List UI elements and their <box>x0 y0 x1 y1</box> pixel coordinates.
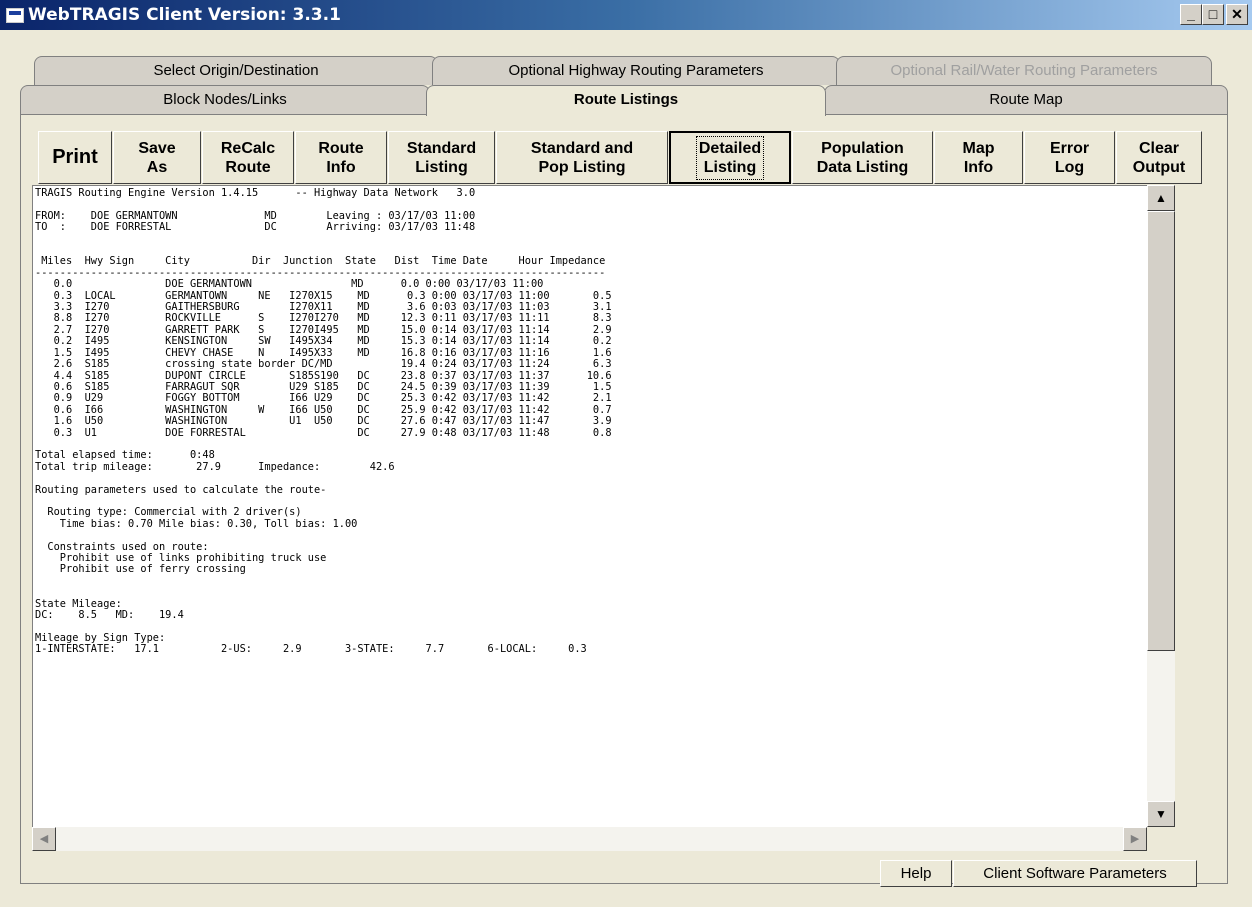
error-log-button[interactable]: Error Log <box>1024 131 1115 184</box>
clear-output-button-label: Clear Output <box>1132 139 1186 176</box>
title-bar: WebTRAGIS Client Version: 3.3.1 _ □ ✕ <box>0 0 1252 30</box>
tab-route-map[interactable]: Route Map <box>824 85 1228 114</box>
standard-pop-listing-button-label: Standard and Pop Listing <box>530 139 634 176</box>
window-title: WebTRAGIS Client Version: 3.3.1 <box>28 5 341 25</box>
standard-listing-button[interactable]: Standard Listing <box>388 131 495 184</box>
route-listing-text: TRAGIS Routing Engine Version 1.4.15 -- … <box>35 187 612 656</box>
close-button[interactable]: ✕ <box>1226 4 1248 25</box>
tab-block-nodes-links[interactable]: Block Nodes/Links <box>20 85 430 114</box>
route-info-button-label: Route Info <box>318 139 364 176</box>
recalc-route-button-label: ReCalc Route <box>220 139 276 176</box>
detailed-listing-button[interactable]: Detailed Listing <box>669 131 791 184</box>
standard-pop-listing-button[interactable]: Standard and Pop Listing <box>496 131 668 184</box>
recalc-route-button[interactable]: ReCalc Route <box>202 131 294 184</box>
tab-optional-rail-water-routing: Optional Rail/Water Routing Parameters <box>836 56 1212 85</box>
scroll-right-arrow-icon[interactable]: ▶ <box>1123 827 1147 851</box>
scroll-left-arrow-icon[interactable]: ◀ <box>32 827 56 851</box>
help-button[interactable]: Help <box>880 860 952 887</box>
scroll-down-arrow-icon[interactable]: ▼ <box>1147 801 1175 827</box>
print-button-label: Print <box>52 146 98 168</box>
minimize-button[interactable]: _ <box>1180 4 1202 25</box>
clear-output-button[interactable]: Clear Output <box>1116 131 1202 184</box>
standard-listing-button-label: Standard Listing <box>406 139 477 176</box>
horizontal-scrollbar[interactable]: ◀ ▶ <box>32 827 1147 851</box>
population-data-listing-button-label: Population Data Listing <box>816 139 909 176</box>
route-info-button[interactable]: Route Info <box>295 131 387 184</box>
scroll-up-arrow-icon[interactable]: ▲ <box>1147 185 1175 211</box>
print-button[interactable]: Print <box>38 131 112 184</box>
save-as-button-label: Save As <box>138 139 176 176</box>
route-listing-output[interactable]: TRAGIS Routing Engine Version 1.4.15 -- … <box>32 185 1148 828</box>
maximize-button[interactable]: □ <box>1202 4 1224 25</box>
client-software-parameters-button[interactable]: Client Software Parameters <box>953 860 1197 887</box>
app-icon <box>6 8 24 23</box>
tab-select-origin-destination[interactable]: Select Origin/Destination <box>34 56 438 85</box>
scroll-corner <box>1147 827 1175 851</box>
error-log-button-label: Error Log <box>1049 139 1090 176</box>
map-info-button[interactable]: Map Info <box>934 131 1023 184</box>
population-data-listing-button[interactable]: Population Data Listing <box>792 131 933 184</box>
tab-route-listings[interactable]: Route Listings <box>426 85 826 116</box>
vertical-scrollbar[interactable]: ▲ ▼ <box>1147 185 1175 827</box>
detailed-listing-button-label: Detailed Listing <box>695 135 765 180</box>
tab-optional-highway-routing[interactable]: Optional Highway Routing Parameters <box>432 56 840 85</box>
save-as-button[interactable]: Save As <box>113 131 201 184</box>
map-info-button-label: Map Info <box>962 139 995 176</box>
vertical-scroll-thumb[interactable] <box>1147 211 1175 651</box>
